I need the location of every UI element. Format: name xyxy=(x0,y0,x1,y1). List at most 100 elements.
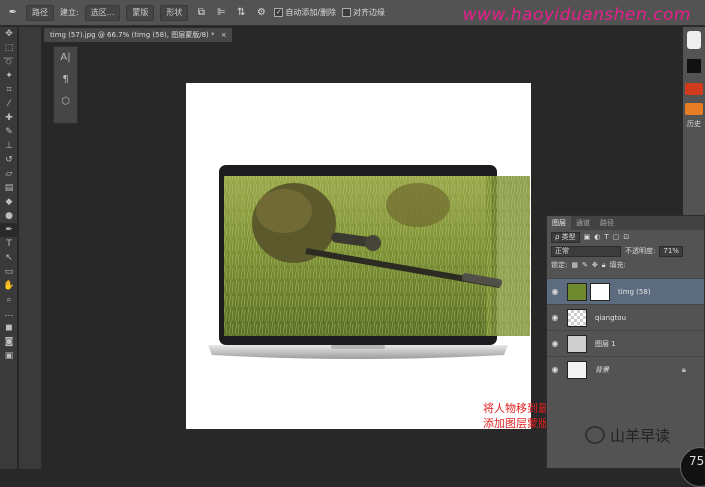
hand-tool-icon[interactable]: ✋ xyxy=(0,279,18,293)
layer-name[interactable]: qiangtou xyxy=(595,314,626,322)
blend-mode-select[interactable]: 正常 xyxy=(551,245,621,257)
auto-add-delete-label: 自动添加/删除 xyxy=(285,8,337,17)
tab-channels[interactable]: 通道 xyxy=(571,216,595,230)
account-name: 山羊早读 xyxy=(610,426,671,445)
make-mask-button[interactable]: 蒙版 xyxy=(126,4,155,21)
brush-tool-icon[interactable]: ✎ xyxy=(0,125,18,139)
layer-name[interactable]: 背景 xyxy=(595,365,609,375)
make-label: 建立: xyxy=(60,8,79,17)
layers-panel-tabs: 图层 通道 路径 xyxy=(547,216,704,230)
lock-image-icon[interactable]: ✎ xyxy=(582,261,588,269)
more-tools-icon[interactable]: … xyxy=(0,307,18,321)
filter-type-icon[interactable]: T xyxy=(604,233,608,241)
path-arrangement-icon[interactable]: ⇅ xyxy=(234,6,248,20)
layer-row[interactable]: ◉ timg (58) xyxy=(547,278,704,304)
lock-transparent-icon[interactable]: ▦ xyxy=(571,261,578,269)
pen-tool-icon[interactable]: ✒ xyxy=(0,223,18,237)
layer-thumbnail[interactable] xyxy=(567,334,587,353)
collapsed-panels-dock: A| ¶ ⬡ xyxy=(53,46,78,124)
document-tab-title: timg (57).jpg @ 66.7% (timg (58), 图层蒙版/8… xyxy=(50,31,215,39)
align-edges-label: 对齐边缘 xyxy=(353,8,386,17)
layer-row[interactable]: ◉ qiangtou xyxy=(547,304,704,330)
make-shape-button[interactable]: 形状 xyxy=(160,4,189,21)
checkbox-icon[interactable] xyxy=(342,8,352,17)
healing-brush-tool-icon[interactable]: ✚ xyxy=(0,111,18,125)
3d-panel-icon[interactable]: ⬡ xyxy=(54,91,77,113)
shape-tool-icon[interactable]: ▭ xyxy=(0,265,18,279)
eye-icon[interactable]: ◉ xyxy=(547,313,563,322)
lasso-tool-icon[interactable]: ➰ xyxy=(0,55,18,69)
lock-icon: 🔒︎ xyxy=(681,364,686,374)
zoom-tool-icon[interactable]: ⌕ xyxy=(0,293,18,307)
close-icon[interactable]: × xyxy=(221,31,227,39)
color-panel-icon[interactable] xyxy=(685,83,703,95)
foreground-color-icon[interactable] xyxy=(687,59,701,73)
eye-icon[interactable]: ◉ xyxy=(547,287,563,296)
blur-tool-icon[interactable]: ◆ xyxy=(0,195,18,209)
filter-adjustment-icon[interactable]: ◐ xyxy=(594,233,600,241)
tab-paths[interactable]: 路径 xyxy=(595,216,619,230)
dodge-tool-icon[interactable]: ● xyxy=(0,209,18,223)
lock-position-icon[interactable]: ✥ xyxy=(592,261,598,269)
lock-fill-row: 锁定: ▦ ✎ ✥ 🔒︎ 填充: xyxy=(547,258,704,272)
layer-row[interactable]: ◉ 图层 1 xyxy=(547,330,704,356)
wechat-account-label: 山羊早读 xyxy=(585,422,670,448)
magic-wand-tool-icon[interactable]: ✦ xyxy=(0,69,18,83)
color-swatches-icon[interactable]: ◼ xyxy=(0,321,18,335)
path-selection-tool-icon[interactable]: ↖ xyxy=(0,251,18,265)
type-tool-icon[interactable]: T xyxy=(0,237,18,251)
gear-icon[interactable]: ⚙ xyxy=(254,6,268,20)
fill-label: 填充: xyxy=(609,261,626,269)
blend-opacity-row: 正常 不透明度: 71% xyxy=(547,244,704,258)
document-canvas[interactable] xyxy=(186,83,531,429)
watermark-text: www.haoyiduanshen.com xyxy=(462,5,691,25)
layer-thumbnail[interactable] xyxy=(567,360,587,379)
path-alignment-icon[interactable]: ⊫ xyxy=(214,6,228,20)
tools-panel: ✥ ⬚ ➰ ✦ ⌗ ⁄ ✚ ✎ ⊥ ↺ ▱ ▤ ◆ ● ✒ T ↖ ▭ ✋ ⌕ … xyxy=(0,27,18,469)
layer-filter-select[interactable]: ρ 类型 xyxy=(551,231,580,243)
eye-icon[interactable]: ◉ xyxy=(547,339,563,348)
character-panel-icon[interactable]: A| xyxy=(54,47,77,69)
layer-row[interactable]: ◉ 背景 🔒︎ xyxy=(547,356,704,382)
quick-mask-icon[interactable]: ◙ xyxy=(0,335,18,349)
gradient-tool-icon[interactable]: ▤ xyxy=(0,181,18,195)
eyedropper-tool-icon[interactable]: ⁄ xyxy=(0,97,18,111)
layer-thumbnail[interactable] xyxy=(567,308,587,327)
opacity-label: 不透明度: xyxy=(625,247,656,255)
document-icon[interactable] xyxy=(687,31,701,49)
align-edges-option[interactable]: 对齐边缘 xyxy=(342,7,385,18)
layer-filter-row: ρ 类型 ▣ ◐ T ▢ ⊡ xyxy=(547,230,704,244)
pen-tool-icon[interactable]: ✒ xyxy=(6,6,20,20)
document-tab[interactable]: timg (57).jpg @ 66.7% (timg (58), 图层蒙版/8… xyxy=(44,28,232,42)
wechat-icon xyxy=(585,426,605,444)
tool-mode-select[interactable]: 路径 xyxy=(26,4,54,21)
lock-label: 锁定: xyxy=(551,261,568,269)
move-tool-icon[interactable]: ✥ xyxy=(0,27,18,41)
layer-name[interactable]: 图层 1 xyxy=(595,339,616,349)
marquee-tool-icon[interactable]: ⬚ xyxy=(0,41,18,55)
screen-mode-icon[interactable]: ▣ xyxy=(0,349,18,363)
collapsed-panel-strip xyxy=(19,27,41,469)
make-selection-button[interactable]: 选区... xyxy=(84,4,121,21)
composite-image xyxy=(208,165,530,359)
lock-all-icon[interactable]: 🔒︎ xyxy=(602,261,606,270)
eraser-tool-icon[interactable]: ▱ xyxy=(0,167,18,181)
crop-tool-icon[interactable]: ⌗ xyxy=(0,83,18,97)
paragraph-panel-icon[interactable]: ¶ xyxy=(54,69,77,91)
opacity-input[interactable]: 71% xyxy=(659,245,683,257)
filter-pixel-icon[interactable]: ▣ xyxy=(584,233,591,241)
eye-icon[interactable]: ◉ xyxy=(547,365,563,374)
layer-mask-thumbnail[interactable] xyxy=(590,282,610,301)
tab-layers[interactable]: 图层 xyxy=(547,216,571,230)
path-operations-icon[interactable]: ⧉ xyxy=(194,6,208,20)
history-panel-label[interactable]: 历史 xyxy=(683,118,705,130)
layer-thumbnail[interactable] xyxy=(567,282,587,301)
clone-stamp-tool-icon[interactable]: ⊥ xyxy=(0,139,18,153)
swatches-panel-icon[interactable] xyxy=(685,103,703,115)
filter-shape-icon[interactable]: ▢ xyxy=(613,233,620,241)
checkbox-checked-icon[interactable]: ✓ xyxy=(274,8,284,17)
auto-add-delete-option[interactable]: ✓ 自动添加/删除 xyxy=(274,7,336,18)
history-brush-tool-icon[interactable]: ↺ xyxy=(0,153,18,167)
layer-name[interactable]: timg (58) xyxy=(618,288,651,296)
filter-smart-object-icon[interactable]: ⊡ xyxy=(623,233,629,241)
